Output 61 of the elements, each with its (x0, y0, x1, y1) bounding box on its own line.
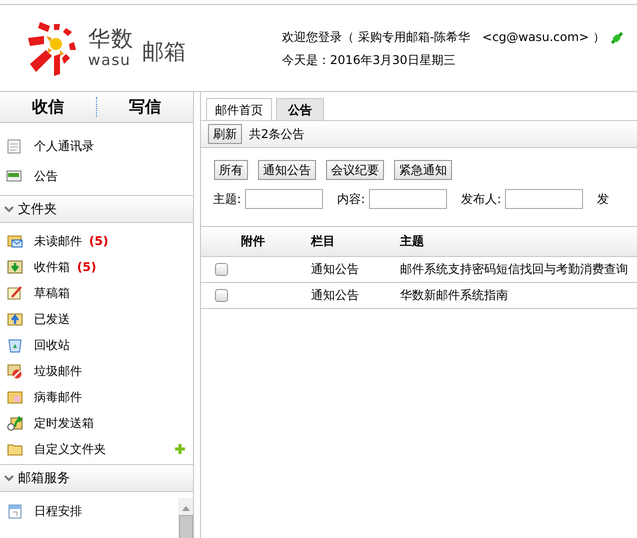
folder-item[interactable]: 自定义文件夹 (0, 436, 193, 462)
search-field[interactable] (505, 189, 584, 209)
upload-folder-icon (7, 311, 23, 327)
logo-subtext: wasu (88, 52, 132, 68)
message-board-icon (6, 168, 22, 184)
clock-arrow-icon (7, 415, 23, 431)
column-header: 主题 (400, 233, 425, 250)
unread-count: (5) (89, 234, 108, 248)
folder-item[interactable]: 回收站 (0, 332, 193, 358)
scroll-up-icon[interactable] (182, 506, 190, 511)
date-text: 今天是：2016年3月30日星期三 (282, 52, 456, 69)
field-label: 内容: (337, 190, 366, 208)
sidebar-item[interactable]: 个人通讯录 (0, 131, 193, 161)
field-label: 发 (597, 190, 610, 208)
folder-item[interactable]: 已发送 (0, 306, 193, 332)
blocked-folder-icon (7, 363, 23, 379)
sidebar-tab[interactable]: 收信 (0, 96, 96, 118)
field-label: 主题: (213, 190, 242, 208)
welcome-text: 欢迎您登录（ 采购专用邮箱-陈希华 <cg@wasu.com> ） (282, 29, 605, 46)
checkbox[interactable] (214, 289, 228, 302)
refresh-button[interactable]: 刷新 (208, 124, 242, 144)
chevron-icon (4, 205, 14, 213)
folder-item[interactable]: 收件箱 (5) (0, 254, 193, 280)
search-field[interactable] (369, 189, 448, 209)
folder-item[interactable]: 草稿箱 (0, 280, 193, 306)
column-header: 栏目 (311, 233, 336, 250)
plug-icon[interactable] (608, 30, 625, 46)
product-name: 邮箱 (142, 39, 186, 67)
pencil-note-icon (7, 285, 23, 301)
folder-item[interactable]: 病毒邮件 (0, 384, 193, 410)
sidebar-tab[interactable]: 写信 (97, 96, 193, 118)
sidebar-item[interactable]: 公告 (0, 161, 193, 191)
chevron-icon (4, 474, 14, 482)
field-label: 发布人: (461, 190, 502, 208)
summary-text: 共2条公告 (249, 126, 305, 142)
folder-item[interactable]: 未读邮件 (5) (0, 228, 193, 254)
checkbox[interactable] (214, 263, 228, 276)
virus-folder-icon (7, 389, 23, 405)
notepad-icon (6, 138, 22, 154)
envelope-folder-icon (7, 233, 23, 249)
search-field[interactable] (245, 189, 324, 209)
folder-item[interactable]: 垃圾邮件 (0, 358, 193, 384)
logo-text: 华数 (88, 28, 134, 50)
tab[interactable]: 公告 (276, 98, 324, 120)
filter-button[interactable]: 紧急通知 (394, 160, 452, 180)
scrollbar[interactable] (178, 498, 193, 538)
subject-link[interactable]: 华数新邮件系统指南 (400, 287, 637, 304)
folder-item[interactable]: 日程安排 (0, 498, 178, 524)
unread-count: (5) (77, 260, 96, 274)
folder-item[interactable]: 定时发送箱 (0, 410, 193, 436)
subject-link[interactable]: 邮件系统支持密码短信找回与考勤消费查询 (400, 261, 637, 278)
calendar-icon (7, 503, 23, 519)
recycle-bin-icon (7, 337, 23, 353)
plus-icon[interactable] (175, 444, 185, 454)
filter-button[interactable]: 所有 (214, 160, 248, 180)
filter-button[interactable]: 通知公告 (258, 160, 316, 180)
filter-button[interactable]: 会议纪要 (326, 160, 384, 180)
table-cell-text: 通知公告 (311, 287, 360, 304)
column-header: 附件 (241, 233, 266, 250)
tab[interactable]: 邮件首页 (206, 98, 272, 120)
table-cell-text: 通知公告 (311, 261, 360, 278)
